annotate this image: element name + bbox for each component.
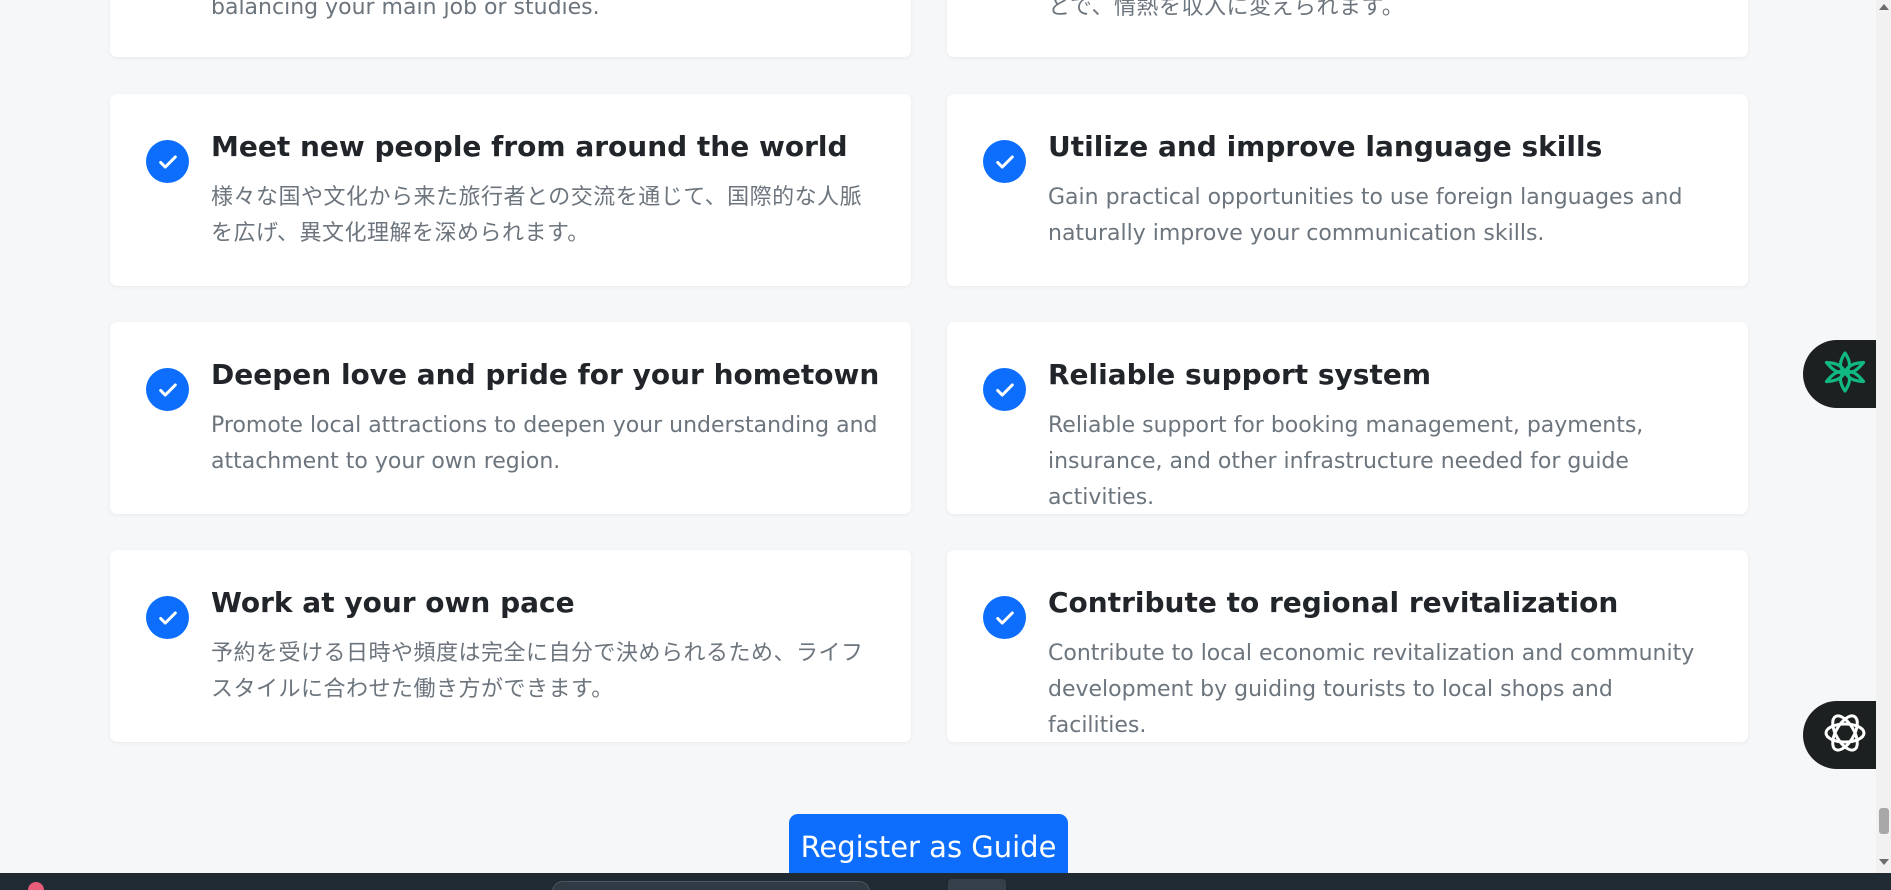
- benefit-title: Utilize and improve language skills: [1048, 130, 1603, 163]
- check-icon: [146, 140, 189, 183]
- benefit-card-meet-people: Meet new people from around the world 様々…: [110, 94, 911, 286]
- benefit-desc: Promote local attractions to deepen your…: [211, 413, 878, 474]
- benefit-card-partial-right: とで、情熱を収入に変えられます。: [947, 0, 1748, 57]
- ai-assistant-icon: [1821, 348, 1869, 400]
- openai-widget[interactable]: [1803, 701, 1876, 769]
- benefit-title: Deepen love and pride for your hometown: [211, 358, 880, 391]
- taskbar: [0, 873, 1891, 890]
- benefit-card-language-skills: Utilize and improve language skills Gain…: [947, 94, 1748, 286]
- taskbar-app-icon[interactable]: [28, 882, 44, 890]
- benefit-title: Reliable support system: [1048, 358, 1432, 391]
- scroll-down-arrow-icon[interactable]: [1879, 859, 1889, 865]
- benefit-title: Meet new people from around the world: [211, 130, 848, 163]
- register-as-guide-button[interactable]: Register as Guide: [789, 814, 1068, 873]
- taskbar-app-button[interactable]: [948, 879, 1006, 890]
- benefit-card-own-pace: Work at your own pace 予約を受ける日時や頻度は完全に自分で…: [110, 550, 911, 742]
- benefit-desc: Gain practical opportunities to use fore…: [1048, 185, 1683, 246]
- benefit-title: Work at your own pace: [211, 586, 575, 619]
- benefit-desc: Contribute to local economic revitalizat…: [1048, 641, 1695, 738]
- benefit-card-revitalization: Contribute to regional revitalization Co…: [947, 550, 1748, 742]
- benefit-desc: Reliable support for booking management,…: [1048, 413, 1644, 510]
- benefit-title: Contribute to regional revitalization: [1048, 586, 1619, 619]
- check-icon: [983, 596, 1026, 639]
- ai-assistant-widget[interactable]: [1803, 340, 1876, 408]
- benefit-desc: 様々な国や文化から来た旅行者との交流を通じて、国際的な人脈を広げ、異文化理解を深…: [211, 185, 863, 246]
- check-icon: [983, 140, 1026, 183]
- benefit-card-hometown: Deepen love and pride for your hometown …: [110, 322, 911, 514]
- benefit-card-partial-left: balancing your main job or studies.: [110, 0, 911, 57]
- openai-logo-icon: [1821, 709, 1869, 761]
- taskbar-search-box[interactable]: [552, 881, 870, 890]
- scrollbar-thumb[interactable]: [1879, 808, 1889, 834]
- check-icon: [146, 368, 189, 411]
- scroll-up-arrow-icon[interactable]: [1879, 4, 1889, 10]
- check-icon: [146, 596, 189, 639]
- benefit-desc: balancing your main job or studies.: [211, 0, 600, 20]
- benefit-card-support: Reliable support system Reliable support…: [947, 322, 1748, 514]
- page-scrollbar[interactable]: [1876, 0, 1891, 873]
- check-icon: [983, 368, 1026, 411]
- benefits-section: balancing your main job or studies. とで、情…: [0, 0, 1876, 873]
- benefit-desc: 予約を受ける日時や頻度は完全に自分で決められるため、ライフスタイルに合わせた働き…: [211, 641, 864, 702]
- page: balancing your main job or studies. とで、情…: [0, 0, 1891, 890]
- benefit-desc: とで、情熱を収入に変えられます。: [1048, 0, 1405, 20]
